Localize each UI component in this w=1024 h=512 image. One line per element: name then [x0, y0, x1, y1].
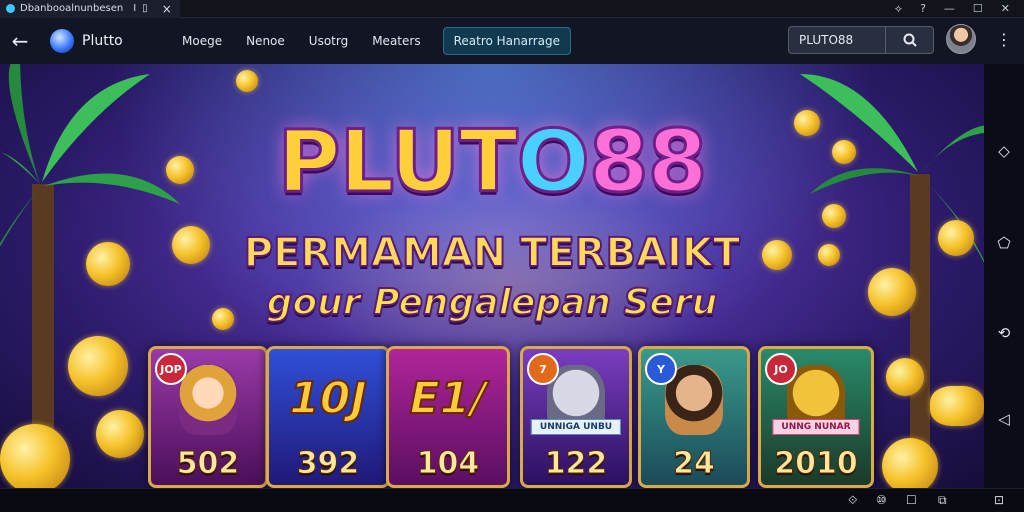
- search-button[interactable]: [885, 27, 933, 53]
- search-icon: [903, 33, 917, 47]
- card-number: 122: [544, 446, 608, 482]
- card-number: 104: [416, 446, 480, 482]
- menu-item-4[interactable]: Meaters: [372, 34, 420, 48]
- tab-close-icon[interactable]: ×: [162, 2, 172, 16]
- menu-item-2[interactable]: Nenoe: [246, 34, 285, 48]
- card-number: 2010: [774, 446, 859, 482]
- minimize-icon[interactable]: —: [944, 2, 955, 16]
- more-options-icon[interactable]: ⋮: [996, 32, 1012, 48]
- gold-coin: [886, 358, 924, 396]
- card-badge: JOP: [155, 353, 187, 385]
- window-titlebar: Dbanbooalnunbesen I ▯ × ⟡ ? — ☐ ✕: [0, 0, 1024, 18]
- bottom-taskbar: ⟐ ⑩ ☐ ⧉ ⊡: [0, 488, 1024, 512]
- gold-coin: [882, 438, 938, 488]
- game-card-row: JOP 502 10J 392 E1/ 104 7 UNNIGA UNBU 12…: [148, 346, 878, 488]
- hero-title-part2: O: [515, 111, 591, 214]
- game-card[interactable]: 10J 392: [266, 346, 390, 488]
- browser-tab[interactable]: Dbanbooalnunbesen I ▯ ×: [0, 0, 180, 18]
- tab-title: Dbanbooalnunbesen: [20, 3, 124, 14]
- hero-subtitle: PERMAMAN TERBAIKT: [243, 229, 741, 277]
- taskbar-icon-5[interactable]: ⊡: [994, 493, 1004, 507]
- search-box[interactable]: PLUTO88: [788, 26, 934, 54]
- card-big-text: 10J: [288, 372, 368, 425]
- game-card[interactable]: JO UNNG NUNAR 2010: [758, 346, 874, 488]
- brand-name[interactable]: Plutto: [82, 33, 178, 49]
- game-card[interactable]: Y 24: [638, 346, 750, 488]
- main-menu: Moege Nenoe Usotrg Meaters: [182, 34, 421, 48]
- maximize-icon[interactable]: ☐: [973, 2, 983, 16]
- card-number: 24: [673, 446, 716, 482]
- back-triangle-icon[interactable]: ◁: [984, 410, 1024, 428]
- game-card[interactable]: 7 UNNIGA UNBU 122: [520, 346, 632, 488]
- game-card[interactable]: E1/ 104: [386, 346, 510, 488]
- search-input[interactable]: PLUTO88: [789, 33, 885, 47]
- hero-banner[interactable]: PLUTO88 PERMAMAN TERBAIKT gour Pengalepa…: [0, 64, 984, 488]
- brand-logo[interactable]: [50, 29, 74, 53]
- gold-coin: [236, 70, 258, 92]
- card-badge: 7: [527, 353, 559, 385]
- back-arrow-icon[interactable]: ←: [0, 29, 40, 53]
- rotate-icon[interactable]: ⟲: [984, 324, 1024, 342]
- cta-button[interactable]: Reatro Hanarrage: [442, 27, 571, 55]
- side-tool-icon-1[interactable]: ◇: [984, 142, 1024, 160]
- site-navbar: ← Plutto Moege Nenoe Usotrg Meaters Reat…: [0, 18, 1024, 64]
- card-ribbon: UNNIGA UNBU: [530, 419, 622, 435]
- tab-separator: I: [133, 3, 137, 14]
- tab-pages-icon[interactable]: ▯: [142, 3, 148, 14]
- hero-title-part1: PLUT: [276, 111, 519, 214]
- help-icon[interactable]: ?: [920, 2, 926, 16]
- taskbar-icon-2[interactable]: ⑩: [876, 493, 887, 507]
- gold-coin: [68, 336, 128, 396]
- taskbar-icon-3[interactable]: ☐: [906, 493, 917, 507]
- extension-icon[interactable]: ⟡: [895, 2, 902, 16]
- taskbar-icon-1[interactable]: ⟐: [848, 493, 857, 508]
- card-number: 392: [296, 446, 360, 482]
- taskbar-icon-4[interactable]: ⧉: [938, 493, 947, 508]
- menu-item-1[interactable]: Moege: [182, 34, 222, 48]
- character-portrait: [179, 365, 237, 435]
- menu-item-3[interactable]: Usotrg: [309, 34, 348, 48]
- favicon-icon: [6, 4, 15, 13]
- gold-coin-stack: [930, 386, 984, 426]
- card-big-text: E1/: [409, 372, 488, 425]
- game-card[interactable]: JOP 502: [148, 346, 268, 488]
- hero-title: PLUTO88: [0, 111, 984, 214]
- card-badge: Y: [645, 353, 677, 385]
- card-ribbon: UNNG NUNAR: [772, 419, 860, 435]
- gold-coin: [0, 424, 70, 488]
- side-tool-icon-2[interactable]: ⬠: [984, 234, 1024, 252]
- hero-tagline: gour Pengalepan Seru: [266, 281, 719, 324]
- card-badge: JO: [765, 353, 797, 385]
- hero-title-part3: 88: [587, 111, 709, 214]
- close-window-icon[interactable]: ✕: [1001, 2, 1010, 16]
- gold-coin: [96, 410, 144, 458]
- side-toolbar: ◇ ⬠ ⟲ ◁: [984, 64, 1024, 488]
- user-avatar[interactable]: [946, 24, 976, 54]
- card-number: 502: [176, 446, 240, 482]
